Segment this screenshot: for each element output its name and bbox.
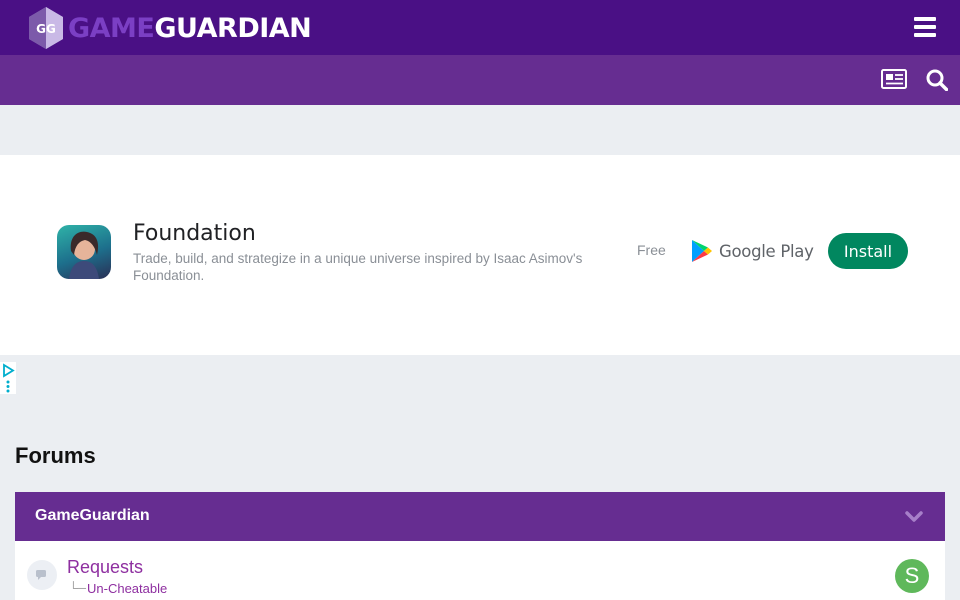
forum-row: Requests └─ Un-Cheatable S — [15, 541, 945, 600]
top-navbar: GG GAMEGUARDIAN — [0, 0, 960, 55]
logo-wordmark: GAMEGUARDIAN — [68, 12, 312, 44]
google-play-badge[interactable]: Google Play — [691, 239, 814, 263]
ad-description: Trade, build, and strategize in a unique… — [133, 251, 583, 283]
category-header: GameGuardian — [15, 492, 945, 541]
newspaper-icon[interactable] — [881, 69, 907, 89]
chat-bubble-icon — [27, 560, 57, 590]
hamburger-menu-icon[interactable] — [914, 17, 936, 37]
site-logo[interactable]: GG GAMEGUARDIAN — [28, 5, 312, 51]
subforum-link-un-cheatable[interactable]: Un-Cheatable — [87, 581, 167, 596]
gg-logo-icon: GG — [28, 6, 64, 50]
ad-banner[interactable]: Foundation Trade, build, and strategize … — [0, 155, 960, 355]
chevron-down-icon[interactable] — [905, 510, 923, 522]
search-icon[interactable] — [926, 69, 949, 92]
ad-price: Free — [637, 242, 666, 258]
secondary-navbar — [0, 55, 960, 105]
category-title[interactable]: GameGuardian — [35, 507, 150, 525]
google-play-icon — [692, 240, 712, 262]
logo-badge-letters: GG — [36, 22, 56, 36]
forum-link-requests[interactable]: Requests — [67, 557, 143, 578]
google-play-label: Google Play — [719, 241, 814, 261]
app-icon[interactable] — [57, 225, 111, 279]
logo-text-guardian: GUARDIAN — [154, 12, 312, 44]
install-button[interactable]: Install — [828, 233, 908, 269]
logo-text-game: GAME — [68, 12, 155, 44]
subforum-branch-glyph: └─ — [69, 581, 87, 595]
ad-app-name[interactable]: Foundation — [133, 221, 256, 246]
page-title: Forums — [15, 443, 96, 468]
avatar[interactable]: S — [895, 559, 929, 593]
adchoices-icon[interactable] — [0, 362, 16, 394]
